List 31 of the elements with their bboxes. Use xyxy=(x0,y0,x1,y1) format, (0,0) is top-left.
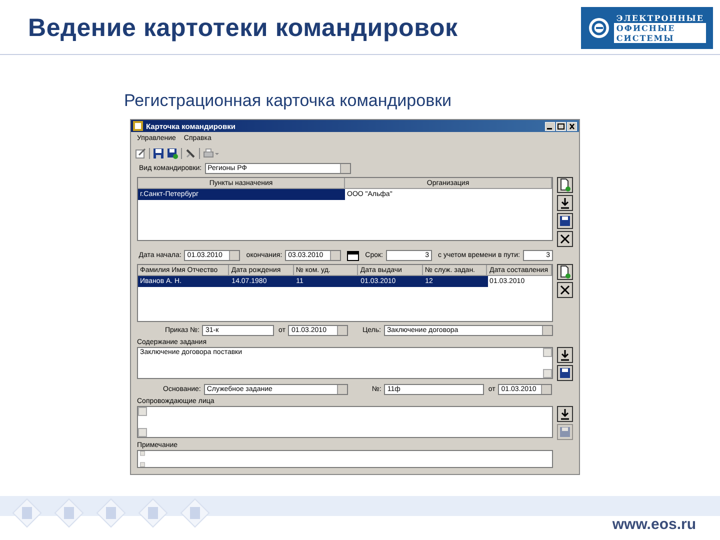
text-area[interactable] xyxy=(137,406,553,438)
text-area[interactable] xyxy=(137,450,553,468)
new-document-icon[interactable] xyxy=(557,177,573,193)
save-icon[interactable] xyxy=(153,148,164,158)
new-document-icon[interactable] xyxy=(557,264,573,280)
close-icon[interactable] xyxy=(567,122,577,130)
save-icon[interactable] xyxy=(557,213,573,229)
scrollbar-icon xyxy=(138,451,147,467)
arrow-down-icon[interactable] xyxy=(557,195,573,211)
save-icon[interactable] xyxy=(557,365,573,381)
slide-subtitle: Регистрационная карточка командировки xyxy=(124,91,453,111)
arrow-down-icon[interactable] xyxy=(557,347,573,363)
arrow-down-icon[interactable] xyxy=(557,406,573,422)
printer-icon[interactable] xyxy=(203,148,219,158)
slide-title: Ведение картотеки командировок xyxy=(28,14,458,42)
logo-text: СИСТЕМЫ xyxy=(614,33,706,43)
scrollbar-icon xyxy=(138,407,147,437)
delete-icon[interactable] xyxy=(557,231,573,247)
calendar-icon[interactable] xyxy=(347,250,360,261)
logo-text: ОФИСНЫЕ xyxy=(614,23,706,33)
app-icon xyxy=(133,121,143,131)
logo-text: ЭЛЕКТРОННЫЕ xyxy=(614,13,706,23)
edit-icon[interactable] xyxy=(135,148,146,158)
pen-icon[interactable] xyxy=(185,148,196,158)
delete-icon[interactable] xyxy=(557,282,573,298)
logo-mark-icon xyxy=(588,17,610,39)
minimize-icon[interactable] xyxy=(545,122,555,130)
save-add-icon[interactable] xyxy=(167,148,178,158)
scrollbar-icon xyxy=(543,348,552,378)
website-url[interactable]: www.eos.ru xyxy=(612,516,696,533)
maximize-icon[interactable] xyxy=(556,122,566,130)
